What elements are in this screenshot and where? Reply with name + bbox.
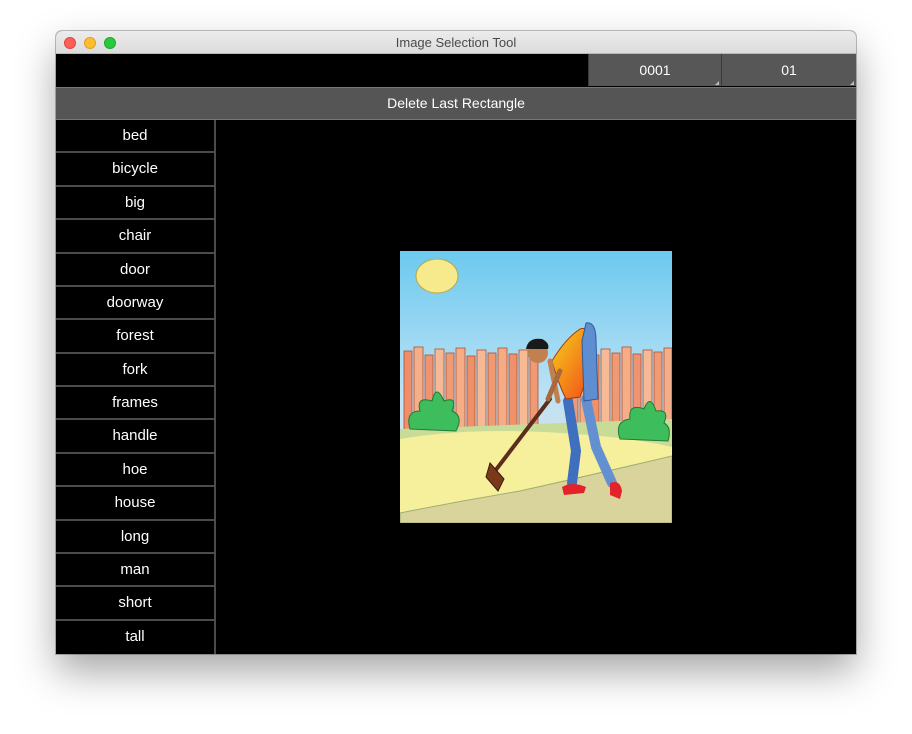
window-title: Image Selection Tool xyxy=(395,35,517,50)
image-canvas[interactable] xyxy=(216,120,856,654)
sidebar-item-chair[interactable]: chair xyxy=(56,220,214,254)
sidebar-item-big[interactable]: big xyxy=(56,187,214,221)
sidebar-item-frames[interactable]: frames xyxy=(56,387,214,421)
sidebar-item-hoe[interactable]: hoe xyxy=(56,454,214,488)
top-bar: 0001 01 xyxy=(56,54,856,87)
sidebar-item-bed[interactable]: bed xyxy=(56,120,214,154)
sidebar-item-fork[interactable]: fork xyxy=(56,354,214,387)
label-sidebar: bed bicycle big chair door doorway forest fork f… xyxy=(56,120,216,654)
scene-image[interactable] xyxy=(400,251,672,523)
sidebar-item-handle[interactable]: handle xyxy=(56,420,214,454)
sidebar-item-doorway[interactable]: doorway xyxy=(56,287,214,321)
delete-last-rectangle-button[interactable]: Delete Last Rectangle xyxy=(56,87,856,120)
sidebar-item-house[interactable]: house xyxy=(56,487,214,521)
sub-number-dropdown[interactable]: 01 xyxy=(721,54,856,86)
image-number-dropdown[interactable]: 0001 xyxy=(588,54,721,86)
sidebar-item-long[interactable]: long xyxy=(56,521,214,554)
sidebar-item-forest[interactable]: forest xyxy=(56,320,214,354)
sidebar-item-bicycle[interactable]: bicycle xyxy=(56,153,214,187)
sidebar-item-man[interactable]: man xyxy=(56,554,214,588)
app-window: Image Selection Tool 0001 01 Delete Last… xyxy=(56,31,856,654)
sidebar-item-door[interactable]: door xyxy=(56,254,214,287)
sidebar-item-short[interactable]: short xyxy=(56,587,214,621)
title-bar: Image Selection Tool xyxy=(56,31,856,54)
sidebar-item-tall[interactable]: tall xyxy=(56,621,214,654)
